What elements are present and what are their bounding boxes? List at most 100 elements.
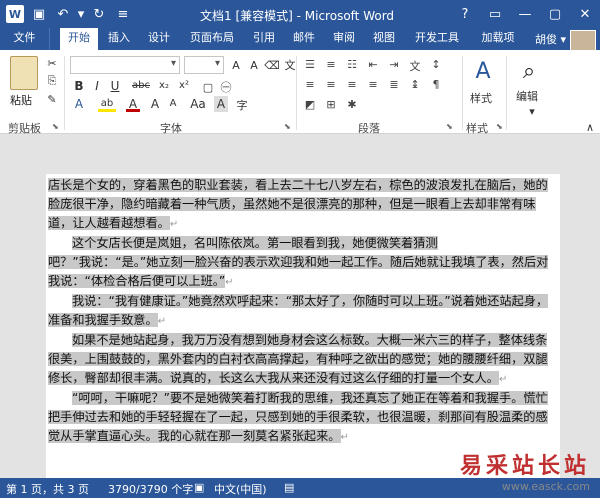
document-body[interactable]: 店长是个女的，穿着黑色的职业套装，看上去二十七八岁左右，棕色的波浪发扎在脑后，她… — [48, 176, 554, 447]
paragraph: 如果不是她站起身，我万万没有想到她身材会这么标致。大概一米六三的样子，整体线条很… — [48, 333, 548, 385]
collapse-ribbon-icon[interactable]: ∧ — [582, 120, 598, 134]
tab-insert[interactable]: 插入 — [100, 28, 138, 50]
justify-icon[interactable]: ≡ — [365, 78, 381, 92]
maximize-icon[interactable]: ▢ — [540, 0, 570, 28]
proofing-icon[interactable]: ▣ — [194, 481, 204, 494]
enclose-char-icon[interactable]: ㊀ — [218, 80, 234, 94]
subscript-button[interactable]: x₂ — [156, 78, 172, 94]
tab-review[interactable]: 审阅 — [326, 28, 362, 50]
shrink-font-button[interactable]: A — [166, 96, 180, 112]
paragraph: “呵呵，干嘛呢？”要不是她微笑着打断我的思维，我还真忘了她正在等着和我握手。慌忙… — [48, 391, 548, 443]
copy-icon[interactable]: ⎘ — [44, 74, 60, 88]
paragraph: 吧？”我说：“是。”她立刻一脸兴奋的表示欢迎我和她一起工作。随后她就让我填了表，… — [48, 255, 549, 288]
word-count[interactable]: 3790/3790 个字 — [108, 481, 193, 497]
paragraph-text: 如果不是她站起身，我万万没有想到她身材会这么标致。大概一米六三的样子，整体线条很… — [48, 333, 548, 385]
save-icon[interactable]: ▣ — [28, 4, 50, 24]
asian-typo-icon[interactable]: ✱ — [344, 98, 360, 112]
line-spacing-icon[interactable]: ↨ — [407, 78, 423, 92]
group-separator — [64, 56, 65, 130]
numbering-icon[interactable]: ≡ — [323, 58, 339, 72]
group-separator — [506, 56, 507, 130]
borders-icon[interactable]: ⊞ — [323, 98, 339, 112]
decrease-indent-icon[interactable]: ⇤ — [365, 58, 381, 72]
shading-icon[interactable]: ◩ — [302, 98, 318, 112]
styles-icon[interactable]: A — [468, 56, 498, 86]
tab-addins[interactable]: 加载项 — [474, 28, 522, 50]
align-left-icon[interactable]: ≡ — [302, 78, 318, 92]
tab-page-layout[interactable]: 页面布局 — [182, 28, 242, 50]
tab-design[interactable]: 设计 — [140, 28, 178, 50]
page-count[interactable]: 第 1 页，共 3 页 — [6, 481, 89, 497]
superscript-button[interactable]: x² — [176, 78, 192, 94]
grow-font-button[interactable]: A — [148, 96, 162, 112]
font-name-select[interactable] — [70, 56, 180, 74]
paste-button-label[interactable]: 粘贴 — [10, 92, 32, 108]
shrink-font-icon[interactable]: A — [246, 58, 262, 72]
edit-button-label[interactable]: 编辑 — [516, 88, 538, 104]
sort-icon[interactable]: ↕ — [428, 58, 444, 72]
multilevel-list-icon[interactable]: ☷ — [344, 58, 360, 72]
tab-mailings[interactable]: 邮件 — [286, 28, 322, 50]
tab-developer[interactable]: 开发工具 — [408, 28, 466, 50]
tab-view[interactable]: 视图 — [366, 28, 402, 50]
tab-home[interactable]: 开始 — [60, 28, 98, 50]
paragraph-row-3: ◩ ⊞ ✱ — [302, 98, 360, 112]
chinese-layout-icon[interactable]: 文 — [407, 58, 423, 73]
cut-icon[interactable]: ✂ — [44, 56, 60, 70]
ribbon-tab-bar: 文件 开始 插入 设计 页面布局 引用 邮件 审阅 视图 开发工具 加载项 胡俊… — [0, 28, 600, 56]
macro-icon[interactable]: ▤ — [284, 481, 294, 494]
clipboard-launcher-icon[interactable]: ⬊ — [52, 122, 63, 133]
edit-dropdown-icon[interactable]: ▾ — [524, 104, 540, 118]
change-case-button[interactable]: Aa — [188, 96, 208, 112]
font-color-button[interactable]: A — [126, 96, 140, 112]
paragraph-text: 吧？”我说：“是。”她立刻一脸兴奋的表示欢迎我和她一起工作。随后她就让我填了表，… — [48, 255, 549, 288]
minimize-icon[interactable]: — — [510, 0, 540, 28]
italic-button[interactable]: I — [90, 78, 104, 94]
show-marks-icon[interactable]: ¶ — [428, 78, 444, 92]
paste-icon[interactable] — [10, 56, 38, 90]
user-name[interactable]: 胡俊 ▾ — [535, 31, 566, 47]
align-center-icon[interactable]: ≡ — [323, 78, 339, 92]
window-controls: ? ▭ — ▢ ✕ — [450, 0, 600, 28]
ribbon: 粘贴 ✂ ⎘ ✎ 剪贴板 ⬊ A A ⌫ 文 B I U abc x₂ x² ▢… — [0, 50, 600, 185]
format-painter-icon[interactable]: ✎ — [44, 92, 60, 106]
undo-dropdown-icon[interactable]: ▾ — [76, 4, 86, 24]
paragraph-row-1: ☰ ≡ ☷ ⇤ ⇥ 文 ↕ — [302, 58, 444, 73]
grow-font-icon[interactable]: A — [228, 58, 244, 72]
bold-button[interactable]: B — [72, 78, 86, 94]
bullets-icon[interactable]: ☰ — [302, 58, 318, 72]
close-icon[interactable]: ✕ — [570, 0, 600, 28]
distributed-icon[interactable]: ≣ — [386, 78, 402, 92]
underline-button[interactable]: U — [108, 78, 122, 94]
watermark: 易采站长站 www.easck.com — [460, 448, 590, 493]
customize-qat-icon[interactable]: ≡ — [112, 4, 134, 24]
watermark-url: www.easck.com — [501, 480, 590, 493]
tab-references[interactable]: 引用 — [246, 28, 282, 50]
text-effects-button[interactable]: A — [72, 96, 86, 112]
paragraph-text: 店长是个女的，穿着黑色的职业套装，看上去二十七八岁左右，棕色的波浪发扎在脑后，她… — [48, 178, 548, 230]
watermark-cn: 易采站长站 — [459, 453, 590, 479]
clear-format-icon[interactable]: ⌫ — [264, 58, 280, 72]
font-launcher-icon[interactable]: ⬊ — [284, 122, 295, 133]
paragraph-text: 我说：“我有健康证。”她竟然欢呼起来：“那太好了，你随时可以上班。”说着她还站起… — [48, 294, 549, 327]
group-separator — [296, 56, 297, 130]
undo-icon[interactable]: ↶ — [52, 4, 74, 24]
binoculars-icon[interactable]: ⌕ — [514, 56, 544, 86]
char-border-icon[interactable]: ▢ — [200, 80, 216, 94]
font-size-select[interactable] — [184, 56, 224, 74]
highlight-button[interactable]: ab — [98, 96, 116, 112]
paragraph: 这个女店长便是岚姐，名叫陈依岚。第一眼看到我，她便微笑着猜测 — [48, 234, 554, 253]
redo-icon[interactable]: ↻ — [88, 4, 110, 24]
paragraph-launcher-icon[interactable]: ⬊ — [446, 122, 457, 133]
strikethrough-button[interactable]: abc — [130, 78, 152, 94]
document-page[interactable]: 店长是个女的，穿着黑色的职业套装，看上去二十七八岁左右，棕色的波浪发扎在脑后，她… — [46, 174, 560, 478]
enclose-icon[interactable]: 字 — [234, 98, 250, 112]
increase-indent-icon[interactable]: ⇥ — [386, 58, 402, 72]
ribbon-display-icon[interactable]: ▭ — [480, 0, 510, 28]
tab-file[interactable]: 文件 — [0, 28, 50, 50]
align-right-icon[interactable]: ≡ — [344, 78, 360, 92]
help-icon[interactable]: ? — [450, 0, 480, 28]
language-indicator[interactable]: 中文(中国) — [214, 481, 267, 497]
styles-button-label[interactable]: 样式 — [470, 90, 492, 106]
char-shading-button[interactable]: A — [214, 96, 228, 112]
